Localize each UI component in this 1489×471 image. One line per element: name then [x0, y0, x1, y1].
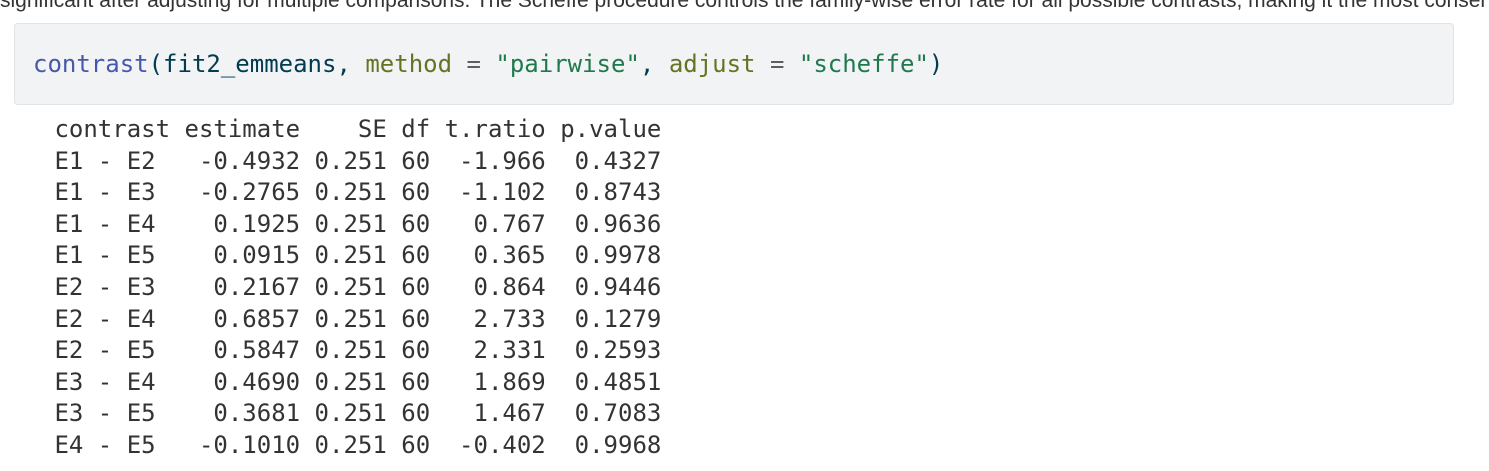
page: significant after adjusting for multiple… — [0, 0, 1489, 471]
cell-t-ratio: -0.402 — [430, 430, 546, 459]
comma: , — [639, 50, 669, 78]
cell-df: 60 — [386, 146, 431, 175]
cell-se: 0.251 — [300, 209, 387, 238]
cell-estimate: 0.5847 — [170, 336, 301, 365]
equals-operator: = — [755, 50, 799, 78]
open-paren: ( — [148, 50, 164, 78]
cell-estimate: -0.2765 — [170, 178, 301, 207]
previous-paragraph-fragment: significant after adjusting for multiple… — [0, 0, 1489, 12]
code-block[interactable]: contrast(fit2_emmeans, method = "pairwis… — [14, 23, 1454, 105]
cell-estimate: 0.0915 — [170, 241, 301, 270]
output-row: E1 - E5 0.0915 0.251 60 0.365 0.9978 — [40, 240, 661, 272]
cell-se: 0.251 — [300, 399, 387, 428]
cell-t-ratio: 0.767 — [430, 209, 546, 238]
cell-estimate: -0.4932 — [170, 146, 301, 175]
function-name: contrast — [33, 50, 149, 78]
header-se: SE — [300, 115, 387, 143]
cell-df: 60 — [386, 399, 431, 428]
output-row: E1 - E4 0.1925 0.251 60 0.767 0.9636 — [40, 209, 661, 241]
cell-se: 0.251 — [300, 178, 387, 207]
cell-p-value: 0.4851 — [545, 367, 662, 396]
cell-p-value: 0.2593 — [545, 336, 662, 365]
cell-t-ratio: 0.365 — [430, 241, 546, 270]
cell-df: 60 — [386, 430, 431, 459]
cell-df: 60 — [386, 336, 431, 365]
cell-estimate: 0.4690 — [170, 367, 301, 396]
output-row: E1 - E3 -0.2765 0.251 60 -1.102 0.8743 — [40, 177, 661, 209]
cell-se: 0.251 — [300, 272, 387, 301]
object-name: fit2_emmeans — [163, 50, 337, 78]
header-contrast: contrast — [40, 115, 171, 143]
header-df: df — [386, 115, 431, 143]
arg-adjust-name: adjust — [668, 50, 756, 78]
cell-t-ratio: 1.869 — [430, 367, 546, 396]
cell-p-value: 0.9636 — [545, 209, 662, 238]
arg-method-name: method — [365, 50, 453, 78]
cell-contrast: E3 - E4 — [40, 367, 171, 396]
cell-estimate: 0.3681 — [170, 399, 301, 428]
cell-se: 0.251 — [300, 367, 387, 396]
output-row: E1 - E2 -0.4932 0.251 60 -1.966 0.4327 — [40, 146, 661, 178]
cell-t-ratio: 2.733 — [430, 304, 546, 333]
cell-contrast: E2 - E4 — [40, 304, 171, 333]
cell-df: 60 — [386, 367, 431, 396]
cell-p-value: 0.9968 — [545, 430, 662, 459]
cell-df: 60 — [386, 209, 431, 238]
cell-df: 60 — [386, 272, 431, 301]
cell-se: 0.251 — [300, 304, 387, 333]
cell-p-value: 0.9446 — [545, 272, 662, 301]
cell-contrast: E3 - E5 — [40, 399, 171, 428]
cell-p-value: 0.7083 — [545, 399, 662, 428]
cell-contrast: E2 - E5 — [40, 336, 171, 365]
cell-se: 0.251 — [300, 336, 387, 365]
output-row: E2 - E4 0.6857 0.251 60 2.733 0.1279 — [40, 304, 661, 336]
cell-df: 60 — [386, 178, 431, 207]
cell-p-value: 0.1279 — [545, 304, 662, 333]
cell-df: 60 — [386, 304, 431, 333]
comma: , — [336, 50, 366, 78]
cell-estimate: 0.1925 — [170, 209, 301, 238]
close-paren: ) — [928, 50, 944, 78]
cell-t-ratio: -1.966 — [430, 146, 546, 175]
cell-se: 0.251 — [300, 241, 387, 270]
cell-t-ratio: 1.467 — [430, 399, 546, 428]
cell-contrast: E1 - E2 — [40, 146, 171, 175]
cell-se: 0.251 — [300, 146, 387, 175]
cell-contrast: E1 - E4 — [40, 209, 171, 238]
output-row: E4 - E5 -0.1010 0.251 60 -0.402 0.9968 — [40, 430, 661, 462]
header-t-ratio: t.ratio — [430, 115, 546, 143]
equals-operator: = — [452, 50, 496, 78]
cell-df: 60 — [386, 241, 431, 270]
output-row: E3 - E5 0.3681 0.251 60 1.467 0.7083 — [40, 398, 661, 430]
cell-p-value: 0.9978 — [545, 241, 662, 270]
output-row: E2 - E5 0.5847 0.251 60 2.331 0.2593 — [40, 335, 661, 367]
cell-contrast: E4 - E5 — [40, 430, 171, 459]
cell-estimate: 0.6857 — [170, 304, 301, 333]
cell-p-value: 0.8743 — [545, 178, 662, 207]
output-row: E2 - E3 0.2167 0.251 60 0.864 0.9446 — [40, 272, 661, 304]
cell-estimate: 0.2167 — [170, 272, 301, 301]
cell-t-ratio: -1.102 — [430, 178, 546, 207]
cell-contrast: E1 - E5 — [40, 241, 171, 270]
cell-contrast: E2 - E3 — [40, 272, 171, 301]
cell-se: 0.251 — [300, 430, 387, 459]
cell-t-ratio: 2.331 — [430, 336, 546, 365]
code-line: contrast(fit2_emmeans, method = "pairwis… — [33, 48, 943, 80]
arg-method-value: "pairwise" — [495, 50, 640, 78]
cell-estimate: -0.1010 — [170, 430, 301, 459]
cell-p-value: 0.4327 — [545, 146, 662, 175]
header-p-value: p.value — [545, 115, 662, 143]
output-header-row: contrast estimate SE df t.ratio p.value — [40, 114, 661, 146]
cell-contrast: E1 - E3 — [40, 178, 171, 207]
arg-adjust-value: "scheffe" — [798, 50, 929, 78]
header-estimate: estimate — [170, 115, 301, 143]
output-row: E3 - E4 0.4690 0.251 60 1.869 0.4851 — [40, 367, 661, 399]
cell-t-ratio: 0.864 — [430, 272, 546, 301]
console-output: contrast estimate SE df t.ratio p.value … — [40, 114, 661, 462]
